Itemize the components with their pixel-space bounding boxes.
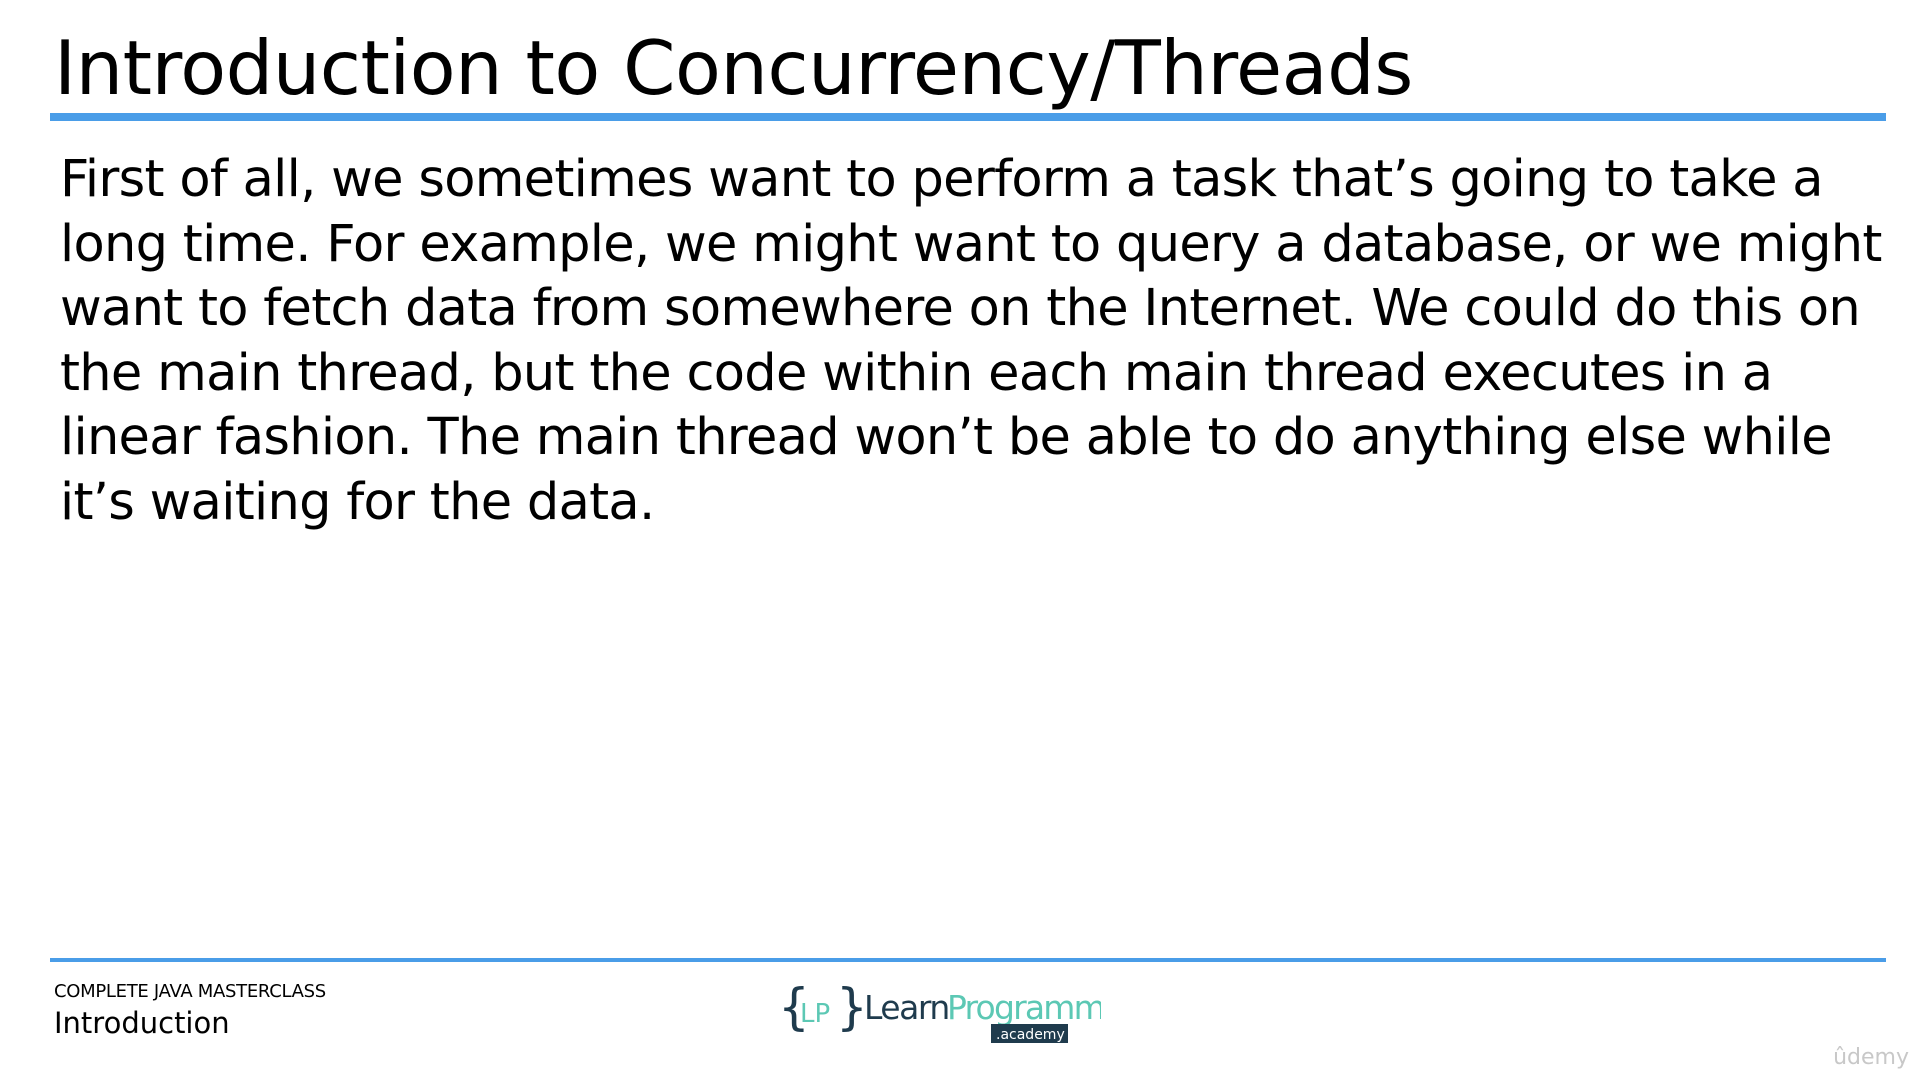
slide-body: First of all, we sometimes want to perfo… [60,148,1890,535]
logo-initials: LP [800,999,830,1029]
learnprogramming-logo: { LP } Learn Programming .academy [778,978,1101,1043]
course-name: COMPLETE JAVA MASTERCLASS [54,981,326,1002]
body-line: the main thread, but the code within eac… [60,343,1773,403]
body-line: First of all, we sometimes want to perfo… [60,150,1824,209]
title-divider [50,113,1886,121]
body-line: linear fashion. The main thread won’t be… [60,408,1833,467]
logo-word-learn: Learn [864,988,949,1027]
body-line: long time. For example, we might want to… [60,214,1882,274]
logo-word-programming: Programming [947,988,1101,1027]
body-line: it’s waiting for the data. [60,472,655,532]
footer-divider [50,958,1886,962]
logo-badge-text: .academy [996,1027,1065,1043]
body-line: want to fetch data from somewhere on the… [60,279,1861,338]
udemy-watermark: ûdemy [1833,1045,1909,1070]
slide-title: Introduction to Concurrency/Threads [54,24,1413,112]
section-name: Introduction [54,1006,230,1040]
